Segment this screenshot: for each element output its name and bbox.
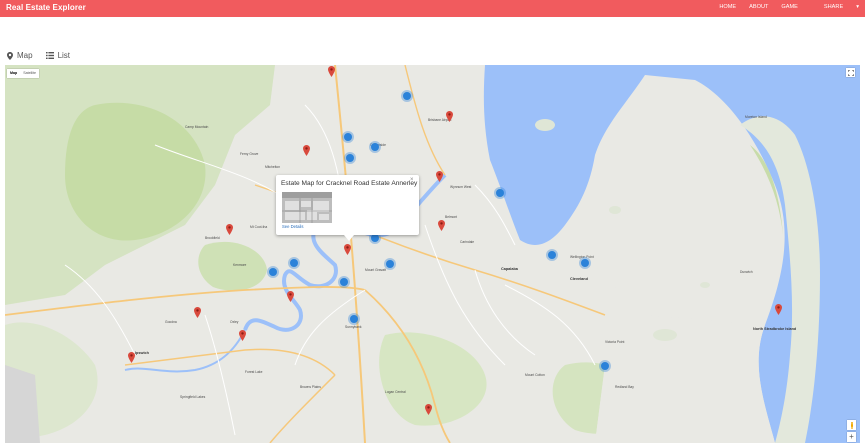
cluster-icon[interactable] bbox=[344, 152, 356, 164]
cluster-icon[interactable] bbox=[599, 360, 611, 372]
tab-list-label: List bbox=[57, 51, 71, 60]
map-pin-icon[interactable] bbox=[436, 171, 443, 182]
map-type-control: Map Satellite bbox=[7, 69, 39, 78]
cluster-icon[interactable] bbox=[338, 276, 350, 288]
cluster-icon[interactable] bbox=[369, 141, 381, 153]
list-icon bbox=[45, 52, 54, 59]
place-label: Sunnybank bbox=[345, 325, 362, 329]
estate-map-image bbox=[282, 192, 332, 223]
cluster-icon[interactable] bbox=[546, 249, 558, 261]
place-label: Ipswich bbox=[135, 351, 149, 355]
place-label: Logan Central bbox=[385, 390, 406, 394]
place-label: Camp Mountain bbox=[185, 125, 209, 129]
place-label: Capalaba bbox=[501, 267, 518, 271]
place-label: Moreton Island bbox=[745, 115, 767, 119]
place-label: Brookfield bbox=[205, 236, 220, 240]
map-pin-icon[interactable] bbox=[239, 330, 246, 341]
cluster-icon[interactable] bbox=[384, 258, 396, 270]
pegman-icon bbox=[850, 421, 853, 429]
zoom-in-button[interactable]: + bbox=[847, 432, 856, 442]
place-label: Kenmore bbox=[233, 263, 247, 267]
see-details-link[interactable]: See Details bbox=[282, 224, 303, 229]
map-marker-icon bbox=[7, 51, 13, 60]
map-type-satellite-button[interactable]: Satellite bbox=[20, 69, 39, 78]
tab-list[interactable]: List bbox=[45, 51, 71, 60]
map-pin-icon[interactable] bbox=[344, 244, 351, 255]
info-window: Estate Map for Cracknel Road Estate Anne… bbox=[276, 175, 419, 241]
nav-about[interactable]: ABOUT bbox=[749, 4, 768, 10]
place-label: Wynnum West bbox=[450, 185, 472, 189]
map-pin-icon[interactable] bbox=[438, 220, 445, 231]
street-view-button[interactable] bbox=[847, 420, 856, 430]
place-label: Forest Lake bbox=[245, 370, 263, 374]
info-window-title: Estate Map for Cracknel Road Estate Anne… bbox=[281, 180, 418, 187]
map-pin-icon[interactable] bbox=[328, 66, 335, 77]
app-title[interactable]: Real Estate Explorer bbox=[6, 3, 86, 12]
nav-share[interactable]: SHARE ▾ bbox=[811, 4, 859, 10]
close-icon[interactable]: × bbox=[410, 177, 414, 183]
map-pin-icon[interactable] bbox=[128, 352, 135, 363]
map-pin-icon[interactable] bbox=[775, 304, 782, 315]
place-label: Mount Cotton bbox=[525, 373, 545, 377]
place-label: Oxley bbox=[230, 320, 239, 324]
place-label: Goodna bbox=[165, 320, 177, 324]
main-nav: HOME ABOUT GAME SHARE ▾ bbox=[706, 4, 859, 10]
estate-map-thumbnail[interactable] bbox=[282, 192, 332, 223]
map-canvas[interactable]: Brisbane Airport Wynnum West Capalaba Cl… bbox=[5, 65, 860, 443]
map-pin-icon[interactable] bbox=[446, 111, 453, 122]
place-label: Cleveland bbox=[570, 277, 588, 281]
place-label: Mount Gravatt bbox=[365, 268, 386, 272]
info-window-tail bbox=[344, 235, 354, 241]
view-tabs: Map List bbox=[7, 51, 83, 60]
cluster-icon[interactable] bbox=[494, 187, 506, 199]
tab-map[interactable]: Map bbox=[7, 51, 33, 60]
place-label: Mt Coot-tha bbox=[250, 225, 268, 229]
fullscreen-icon bbox=[847, 69, 854, 76]
cluster-icon[interactable] bbox=[348, 313, 360, 325]
nav-game[interactable]: GAME bbox=[781, 4, 797, 10]
nav-share-label: SHARE bbox=[823, 4, 844, 10]
map-pin-icon[interactable] bbox=[226, 224, 233, 235]
top-navbar: Real Estate Explorer HOME ABOUT GAME SHA… bbox=[0, 0, 865, 17]
plus-icon: + bbox=[849, 432, 854, 441]
tab-map-label: Map bbox=[17, 51, 33, 60]
cluster-icon[interactable] bbox=[267, 266, 279, 278]
place-label: Belmont bbox=[445, 215, 458, 219]
place-label: Carindale bbox=[460, 240, 475, 244]
place-label: Redland Bay bbox=[615, 385, 634, 389]
cluster-icon[interactable] bbox=[342, 131, 354, 143]
map-pin-icon[interactable] bbox=[425, 404, 432, 415]
place-label: Springfield Lakes bbox=[180, 395, 206, 399]
fullscreen-button[interactable] bbox=[846, 68, 855, 77]
map-type-map-button[interactable]: Map bbox=[7, 69, 20, 78]
chevron-down-icon: ▾ bbox=[856, 4, 859, 10]
place-label: Mitchelton bbox=[265, 165, 281, 169]
map-pin-icon[interactable] bbox=[287, 291, 294, 302]
place-label: Browns Plains bbox=[300, 385, 321, 389]
place-label: Dunwich bbox=[740, 270, 753, 274]
place-label: Victoria Point bbox=[605, 340, 625, 344]
cluster-icon[interactable] bbox=[288, 257, 300, 269]
place-label: North Stradbroke Island bbox=[753, 327, 797, 331]
map-pin-icon[interactable] bbox=[194, 307, 201, 318]
nav-home[interactable]: HOME bbox=[719, 4, 736, 10]
cluster-icon[interactable] bbox=[579, 257, 591, 269]
place-label: Ferny Grove bbox=[240, 152, 259, 156]
map-pin-icon[interactable] bbox=[303, 145, 310, 156]
cluster-icon[interactable] bbox=[401, 90, 413, 102]
